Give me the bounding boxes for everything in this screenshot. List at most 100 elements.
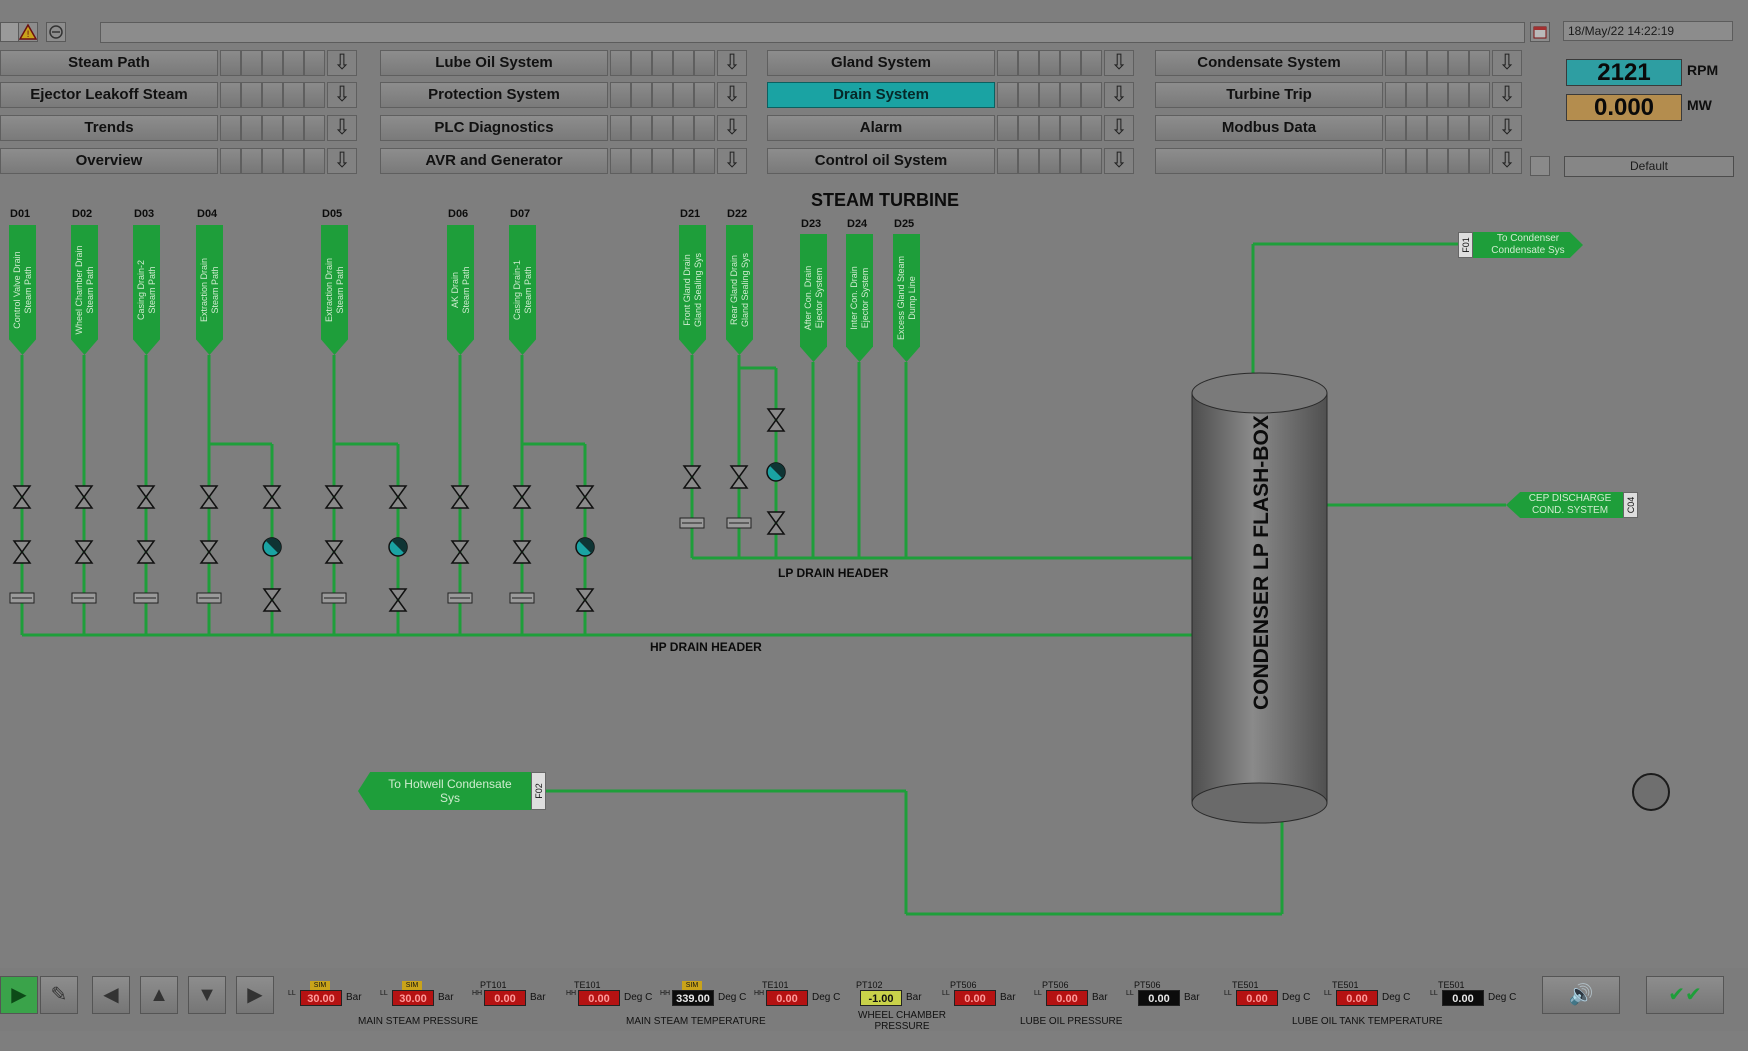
to-hotwell-text: To Hotwell Condensate Sys	[388, 777, 512, 805]
to-hotwell-flag[interactable]: To Hotwell Condensate Sys	[358, 772, 532, 810]
drain-banner[interactable]: Casing Drain-1 Steam Path	[509, 225, 536, 355]
drain-banner[interactable]: Inter Con. Drain Ejector System	[846, 234, 873, 362]
vessel-top-cap	[1191, 372, 1328, 414]
to-condenser-flag[interactable]: To Condenser Condensate Sys	[1473, 232, 1583, 258]
valve-icon[interactable]	[766, 511, 786, 535]
meter-limit-label: HH	[754, 990, 765, 997]
drain-banner[interactable]: Extraction Drain Steam Path	[321, 225, 348, 355]
drain-id-label: D05	[322, 208, 343, 220]
c04-tag: C04	[1623, 492, 1638, 518]
meter-value: 0.00	[1336, 990, 1378, 1006]
diagram-title: STEAM TURBINE	[811, 190, 959, 210]
valve-icon[interactable]	[388, 485, 408, 509]
drain-banner[interactable]: Control Valve Drain Steam Path	[9, 225, 36, 355]
meter-unit: Bar	[1000, 992, 1016, 1003]
tools-icon[interactable]: ✎	[40, 976, 78, 1014]
down-icon[interactable]: ▼	[188, 976, 226, 1014]
status-indicator-circle[interactable]	[1632, 773, 1670, 811]
drain-banner-text: Excess Gland Steam Dump Line	[895, 255, 917, 341]
drain-id-label: D01	[10, 208, 31, 220]
drain-banner[interactable]: Excess Gland Steam Dump Line	[893, 234, 920, 362]
drain-banner[interactable]: Wheel Chamber Drain Steam Path	[71, 225, 98, 355]
valve-icon[interactable]	[766, 408, 786, 432]
meter-limit-label: LL	[1430, 990, 1438, 997]
valve-icon[interactable]	[450, 540, 470, 564]
valve-icon[interactable]	[388, 588, 408, 612]
drain-id-label: D24	[847, 218, 868, 230]
valve-icon[interactable]	[512, 485, 532, 509]
drain-banner-text: Extraction Drain Steam Path	[198, 257, 220, 323]
meter-limit-label: LL	[380, 990, 388, 997]
drain-banner-text: Wheel Chamber Drain Steam Path	[73, 245, 95, 335]
valve-icon[interactable]	[729, 465, 749, 489]
valve-icon[interactable]	[74, 485, 94, 509]
sim-badge: SIM	[310, 981, 330, 990]
acknowledge-icon[interactable]: ✔✔	[1646, 976, 1724, 1014]
valve-icon[interactable]	[199, 540, 219, 564]
drain-id-label: D07	[510, 208, 531, 220]
meter-unit: Deg C	[718, 992, 747, 1003]
drain-id-label: D25	[894, 218, 915, 230]
up-icon[interactable]: ▲	[140, 976, 178, 1014]
play-icon[interactable]: ▶	[0, 976, 38, 1014]
drain-banner[interactable]: AK Drain Steam Path	[447, 225, 474, 355]
valve-icon[interactable]	[575, 588, 595, 612]
f02-tag: F02	[531, 772, 546, 810]
valve-icon[interactable]	[262, 588, 282, 612]
drain-banner[interactable]: Extraction Drain Steam Path	[196, 225, 223, 355]
meter-limit-label: HH	[566, 990, 577, 997]
audio-icon[interactable]: 🔊	[1542, 976, 1620, 1014]
valve-icon[interactable]	[682, 465, 702, 489]
valve-icon[interactable]	[512, 540, 532, 564]
drain-banner[interactable]: Rear Gland Drain Gland Sealing Sys	[726, 225, 753, 355]
meter-value: -1.00	[860, 990, 902, 1006]
meter-unit: Bar	[438, 992, 454, 1003]
back-icon[interactable]: ◀	[92, 976, 130, 1014]
valve-icon[interactable]	[324, 485, 344, 509]
sim-badge: SIM	[402, 981, 422, 990]
meter-unit: Deg C	[624, 992, 653, 1003]
drain-banner[interactable]: Casing Drain-2 Steam Path	[133, 225, 160, 355]
meter-tag: TE101	[574, 980, 601, 990]
to-condenser-text: To Condenser Condensate Sys	[1491, 233, 1565, 256]
valve-icon[interactable]	[324, 540, 344, 564]
hp-drain-header-label: HP DRAIN HEADER	[650, 640, 762, 654]
drain-banner-text: After Con. Drain Ejector System	[802, 265, 824, 331]
drain-banner-text: Front Gland Drain Gland Sealing Sys	[681, 252, 703, 328]
valve-icon[interactable]	[199, 485, 219, 509]
meter-value: 0.00	[1236, 990, 1278, 1006]
drain-id-label: D23	[801, 218, 822, 230]
valve-icon[interactable]	[12, 540, 32, 564]
valve-icon[interactable]	[136, 540, 156, 564]
meter-tag: TE501	[1232, 980, 1259, 990]
meter-limit-label: LL	[288, 990, 296, 997]
vessel-bottom-cap	[1191, 782, 1328, 824]
meter-value: 0.00	[1138, 990, 1180, 1006]
valve-icon[interactable]	[262, 485, 282, 509]
forward-icon[interactable]: ▶	[236, 976, 274, 1014]
drain-banner-text: Rear Gland Drain Gland Sealing Sys	[728, 252, 750, 328]
meter-limit-label: LL	[1034, 990, 1042, 997]
meter-tag: PT102	[856, 980, 883, 990]
valve-icon[interactable]	[575, 485, 595, 509]
meter-tag: PT506	[1042, 980, 1069, 990]
valve-icon[interactable]	[12, 485, 32, 509]
drain-id-label: D22	[727, 208, 748, 220]
meter-tag: PT101	[480, 980, 507, 990]
drain-banner[interactable]: Front Gland Drain Gland Sealing Sys	[679, 225, 706, 355]
meter-group-label: WHEEL CHAMBER PRESSURE	[858, 1010, 946, 1032]
meter-unit: Bar	[1092, 992, 1108, 1003]
valve-icon[interactable]	[136, 485, 156, 509]
valve-icon[interactable]	[74, 540, 94, 564]
cep-discharge-flag[interactable]: CEP DISCHARGE COND. SYSTEM	[1506, 492, 1624, 518]
meter-limit-label: LL	[1126, 990, 1134, 997]
drain-banner-text: Extraction Drain Steam Path	[323, 257, 345, 323]
drain-banner-text: Casing Drain-2 Steam Path	[135, 259, 157, 321]
drain-banner[interactable]: After Con. Drain Ejector System	[800, 234, 827, 362]
vessel-label: CONDENSER LP FLASH-BOX	[1250, 415, 1273, 710]
meter-unit: Bar	[530, 992, 546, 1003]
meter-value: 0.00	[484, 990, 526, 1006]
valve-icon[interactable]	[450, 485, 470, 509]
meter-group-label: MAIN STEAM TEMPERATURE	[626, 1016, 766, 1027]
c04-tag-text: C04	[1625, 496, 1636, 514]
